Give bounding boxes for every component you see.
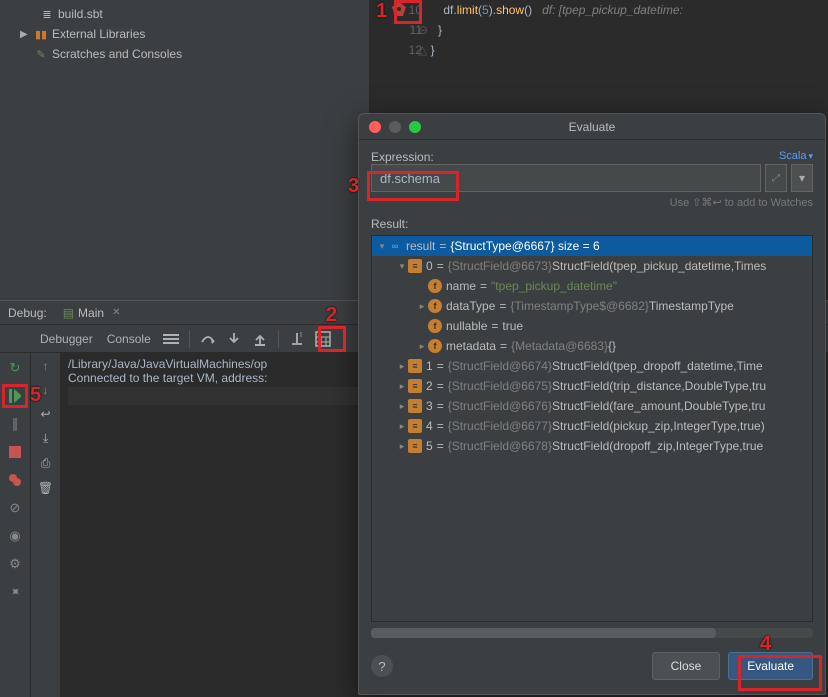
file-icon: ≣ (40, 8, 54, 21)
node-icon: ≡ (408, 259, 422, 273)
step-into-icon[interactable] (222, 328, 246, 350)
step-out-icon[interactable] (248, 328, 272, 350)
result-row[interactable]: ▸≡4={StructField@6677} StructField(picku… (372, 416, 812, 436)
mute-breakpoints-icon[interactable]: ⊘ (6, 499, 24, 517)
tree-item-build-sbt[interactable]: ≣ build.sbt (0, 4, 369, 24)
close-button[interactable]: Close (652, 652, 721, 680)
up-icon[interactable]: ↑ (43, 359, 49, 373)
result-row[interactable]: ▸≡2={StructField@6675} StructField(trip_… (372, 376, 812, 396)
threads-icon[interactable] (159, 328, 183, 350)
tree-label: build.sbt (58, 7, 103, 21)
dialog-titlebar[interactable]: Evaluate (359, 114, 825, 140)
settings-icon[interactable]: ⚙ (6, 555, 24, 573)
shortcut-hint: Use ⇧⌘↩ to add to Watches (371, 196, 813, 209)
step-over-icon[interactable] (196, 328, 220, 350)
result-row[interactable]: ▾≡0={StructField@6673} StructField(tpep_… (372, 256, 812, 276)
debug-left-toolbar: ↻ ∥ ⊘ ◉ ⚙ ✦ (0, 353, 30, 697)
expand-editor-icon[interactable]: ⤢ (765, 164, 787, 192)
expression-input[interactable]: df.schema (371, 164, 761, 192)
resume-icon[interactable] (6, 387, 24, 405)
help-icon[interactable]: ? (371, 655, 393, 677)
result-row[interactable]: ▸≡1={StructField@6674} StructField(tpep_… (372, 356, 812, 376)
scroll-end-icon[interactable]: ⤓ (43, 431, 48, 446)
tree-label: External Libraries (52, 27, 145, 41)
window-close-icon[interactable] (369, 121, 381, 133)
language-selector[interactable]: Scala (779, 150, 813, 162)
node-icon: ≡ (408, 359, 422, 373)
object-icon: ∞ (388, 239, 402, 253)
result-row[interactable]: fnullable=true (372, 316, 812, 336)
pause-icon[interactable]: ∥ (6, 415, 24, 433)
horizontal-scrollbar[interactable] (371, 628, 813, 638)
node-icon: f (428, 279, 442, 293)
result-row[interactable]: ▸≡5={StructField@6678} StructField(dropo… (372, 436, 812, 456)
chevron-right-icon: ▶ (20, 29, 30, 40)
tree-item-scratches[interactable]: ✎ Scratches and Consoles (0, 44, 369, 64)
result-label: Result: (371, 217, 813, 231)
evaluate-button[interactable]: Evaluate (728, 652, 813, 680)
result-tree[interactable]: ▾ ∞ result = {StructType@6667} size = 6 … (371, 235, 813, 622)
node-icon: f (428, 299, 442, 313)
evaluate-expression-icon[interactable] (311, 328, 335, 350)
node-icon: ≡ (408, 379, 422, 393)
evaluate-dialog: Evaluate Expression: Scala df.schema ⤢ ▾… (358, 113, 826, 695)
result-root-row[interactable]: ▾ ∞ result = {StructType@6667} size = 6 (372, 236, 812, 256)
history-dropdown-icon[interactable]: ▾ (791, 164, 813, 192)
node-icon: f (428, 339, 442, 353)
tree-item-external-libraries[interactable]: ▶ ▮▮ External Libraries (0, 24, 369, 44)
close-tab-icon[interactable]: ✕ (112, 307, 120, 318)
svg-text:I: I (300, 332, 302, 339)
library-icon: ▮▮ (34, 28, 48, 41)
result-row[interactable]: ▸fmetadata={Metadata@6683} {} (372, 336, 812, 356)
tab-label: Main (78, 306, 104, 320)
debug-label: Debug: (8, 306, 47, 320)
node-icon: ≡ (408, 399, 422, 413)
stop-icon[interactable] (6, 443, 24, 461)
node-icon: f (428, 319, 442, 333)
project-tree[interactable]: ≣ build.sbt ▶ ▮▮ External Libraries ✎ Sc… (0, 0, 370, 300)
result-row[interactable]: fname="tpep_pickup_datetime" (372, 276, 812, 296)
pin-icon[interactable]: ✦ (2, 579, 27, 604)
result-row[interactable]: ▸fdataType={TimestampType$@6682} Timesta… (372, 296, 812, 316)
scratch-icon: ✎ (34, 48, 48, 61)
rerun-icon[interactable]: ↻ (6, 359, 24, 377)
print-icon[interactable]: ⎙ (41, 456, 51, 471)
tab-console[interactable]: Console (101, 328, 157, 350)
expression-label: Expression: (371, 150, 434, 164)
soft-wrap-icon[interactable]: ↩ (40, 407, 50, 421)
dialog-title: Evaluate (569, 120, 616, 134)
view-breakpoints-icon[interactable] (6, 471, 24, 489)
window-minimize-icon[interactable] (389, 121, 401, 133)
line-number: 10 (409, 0, 422, 20)
console-side-toolbar: ↑ ↓ ↩ ⤓ ⎙ 🗑 (30, 353, 60, 697)
result-row[interactable]: ▸≡3={StructField@6676} StructField(fare_… (372, 396, 812, 416)
camera-icon[interactable]: ◉ (6, 527, 24, 545)
node-icon: ≡ (408, 439, 422, 453)
clear-icon[interactable]: 🗑 (38, 481, 53, 495)
node-icon: ≡ (408, 419, 422, 433)
window-maximize-icon[interactable] (409, 121, 421, 133)
tree-label: Scratches and Consoles (52, 47, 182, 61)
run-to-cursor-icon[interactable]: I (285, 328, 309, 350)
tab-debugger[interactable]: Debugger (34, 328, 99, 350)
run-config-icon: ▤ (63, 306, 74, 320)
breakpoint-icon[interactable] (392, 2, 406, 16)
down-icon[interactable]: ↓ (43, 383, 49, 397)
debug-tab-main[interactable]: ▤ Main ✕ (57, 304, 127, 322)
